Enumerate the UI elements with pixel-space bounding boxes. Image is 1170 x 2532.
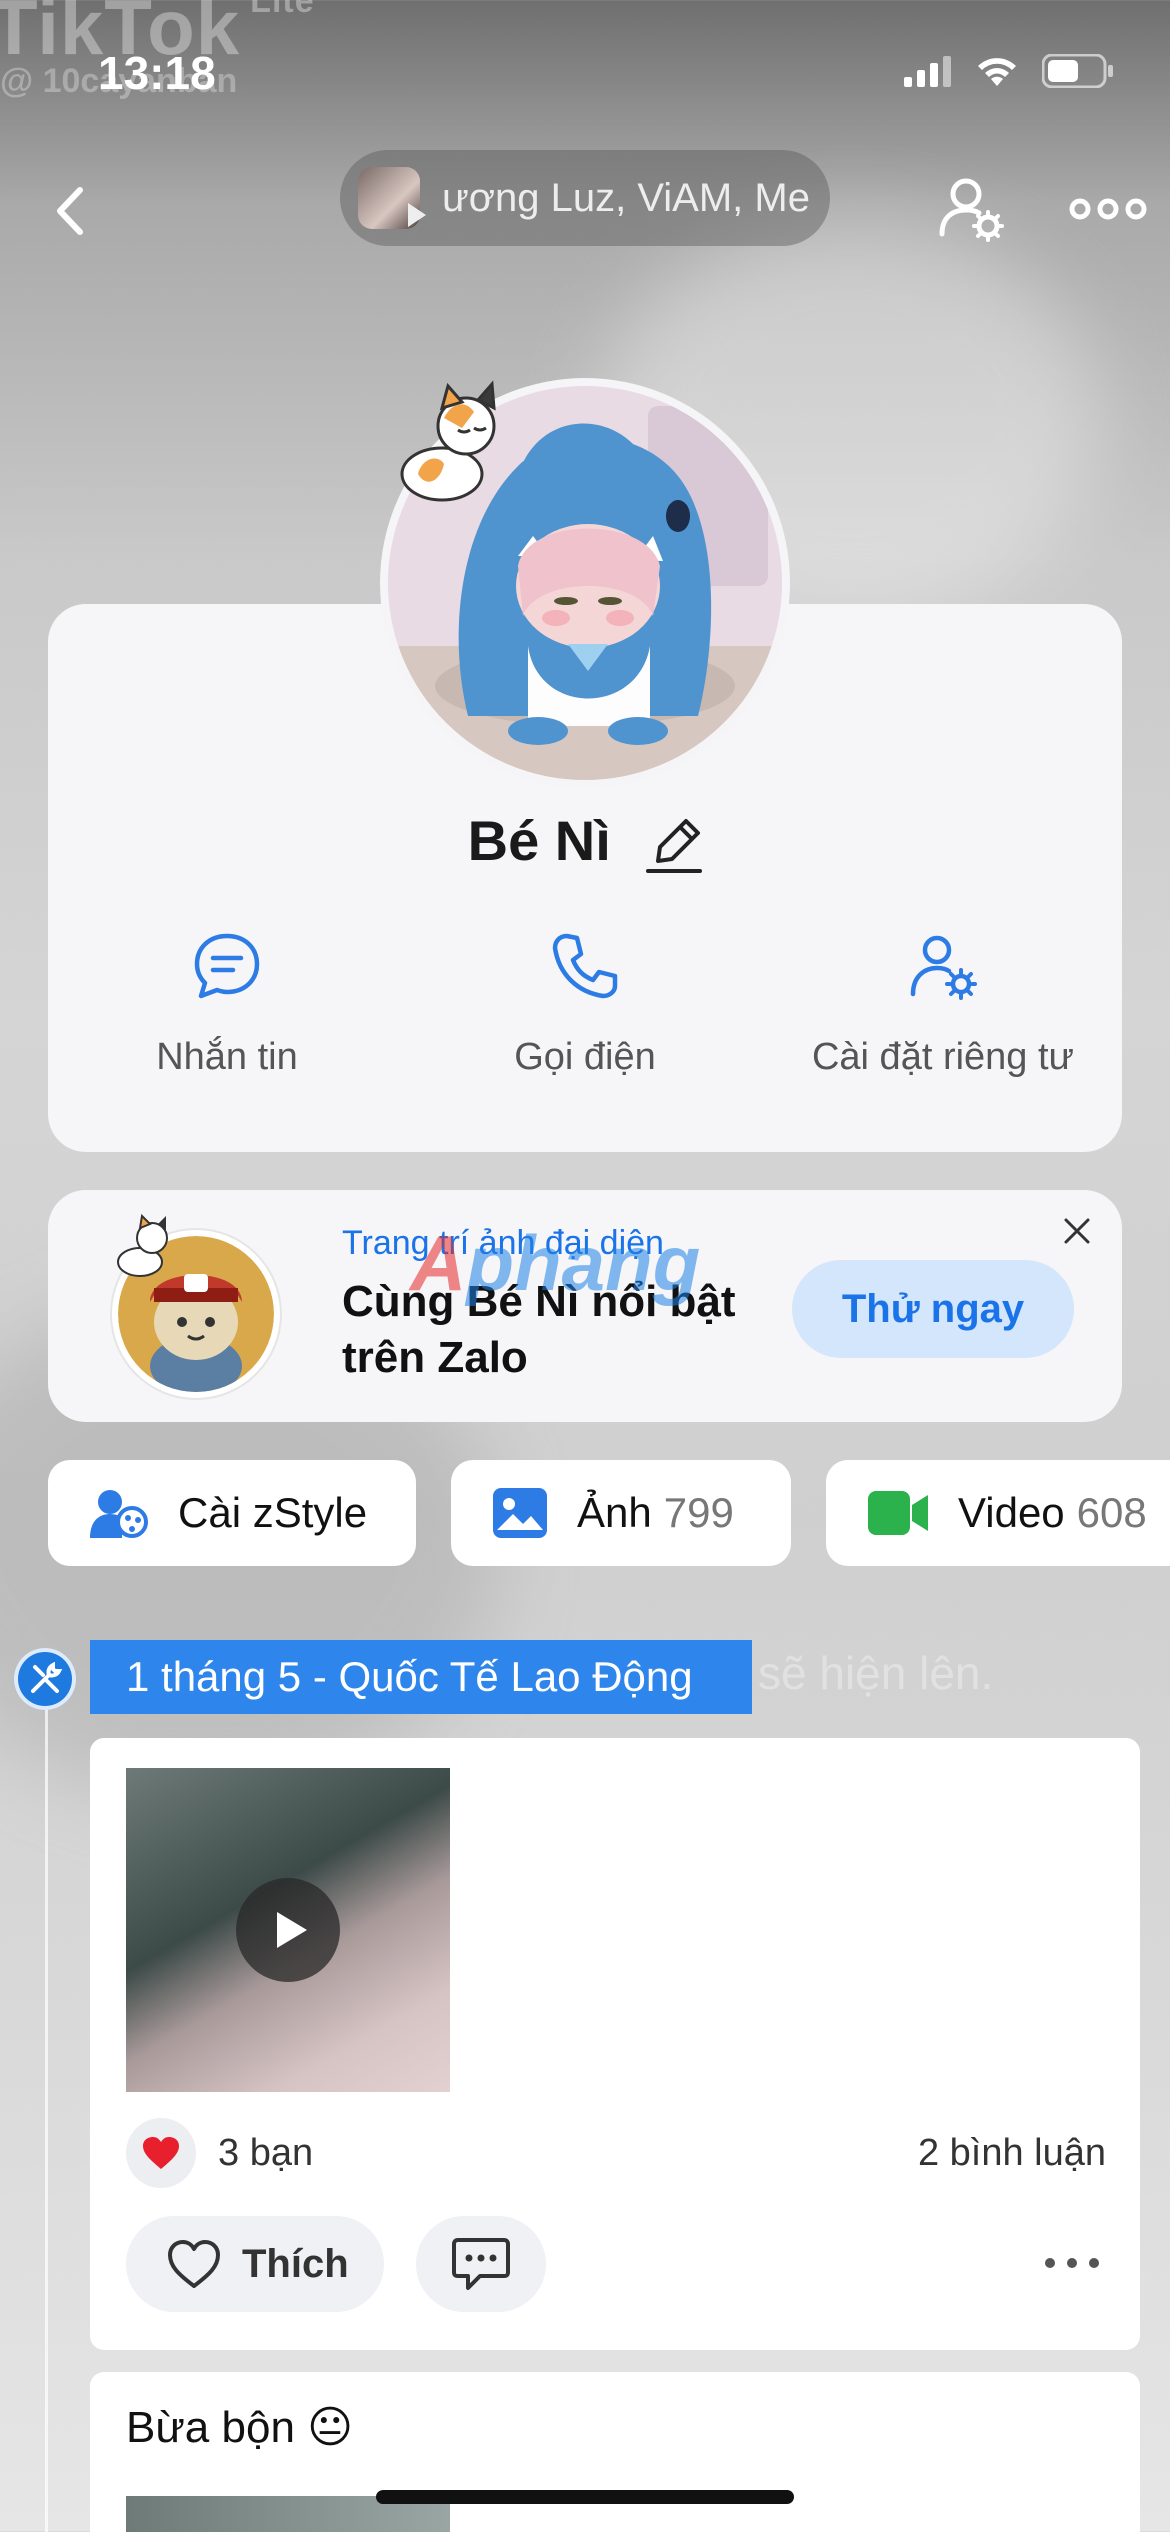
timeline-post-2: Bừa bộn 😐	[90, 2372, 1140, 2532]
user-settings-icon	[910, 935, 977, 1000]
timeline-event-label[interactable]: 1 tháng 5 - Quốc Tế Lao Động	[90, 1640, 752, 1714]
top-navigation: ương Luz, ViAM, Me	[0, 150, 1170, 270]
photos-count: 799	[663, 1489, 734, 1536]
video-camera-icon	[868, 1491, 928, 1535]
comment-icon	[452, 2238, 510, 2290]
heart-outline-icon	[168, 2240, 220, 2288]
videos-label: Video	[958, 1489, 1065, 1536]
chat-bubble-icon	[194, 933, 260, 999]
home-indicator	[376, 2490, 794, 2504]
try-now-button[interactable]: Thử ngay	[792, 1260, 1074, 1358]
zstyle-label: Cài zStyle	[178, 1489, 368, 1536]
like-label: Thích	[242, 2241, 349, 2286]
play-button[interactable]	[236, 1878, 340, 1982]
comment-button[interactable]	[416, 2216, 546, 2312]
post-more-icon[interactable]	[1042, 2248, 1102, 2278]
post-caption: Bừa bộn 😐	[126, 2403, 354, 2452]
videos-count: 608	[1076, 1489, 1147, 1536]
reaction-row: 3 bạn 2 bình luận	[126, 2118, 1106, 2188]
video-thumbnail[interactable]	[126, 1768, 450, 2092]
like-button[interactable]: Thích	[126, 2216, 384, 2312]
brand-watermark: Aphang	[410, 1219, 701, 1307]
media-chips: Cài zStyle Ảnh 799 Video 608	[48, 1460, 1170, 1566]
music-thumbnail	[358, 167, 426, 229]
call-label: Gọi điện	[514, 1036, 656, 1078]
photos-label: Ảnh	[577, 1489, 652, 1536]
back-chevron-icon[interactable]	[36, 176, 106, 246]
play-icon	[277, 1912, 307, 1948]
cellular-signal-icon	[904, 56, 951, 87]
status-icons	[904, 54, 1114, 88]
message-action[interactable]: Nhắn tin	[48, 930, 406, 1079]
cat-sticker-icon	[400, 380, 496, 502]
profile-actions: Nhắn tin Gọi điện Cài đặt riêng tư	[48, 930, 1122, 1079]
photo-icon	[493, 1488, 547, 1538]
more-options-icon[interactable]	[1068, 184, 1148, 234]
play-icon	[408, 203, 426, 227]
zstyle-chip[interactable]: Cài zStyle	[48, 1460, 416, 1566]
zstyle-icon	[90, 1490, 148, 1538]
heart-reaction-icon[interactable]	[126, 2118, 196, 2188]
message-label: Nhắn tin	[156, 1036, 298, 1078]
profile-settings-icon[interactable]	[936, 172, 1008, 244]
status-time: 13:18	[98, 47, 216, 99]
phone-icon	[552, 933, 618, 999]
photos-chip[interactable]: Ảnh 799	[451, 1460, 791, 1566]
call-action[interactable]: Gọi điện	[406, 930, 764, 1079]
music-pill[interactable]: ương Luz, ViAM, Me	[340, 150, 830, 246]
battery-icon	[1042, 54, 1113, 88]
privacy-settings-label: Cài đặt riêng tư	[811, 1036, 1074, 1078]
timeline-line	[45, 1700, 48, 2532]
reaction-count[interactable]: 3 bạn	[218, 2132, 313, 2175]
timeline-post: 3 bạn 2 bình luận Thích	[90, 1738, 1140, 2350]
background-caption: sẽ hiện lên.	[758, 1647, 994, 1699]
event-tools-icon	[14, 1648, 76, 1710]
privacy-settings-action[interactable]: Cài đặt riêng tư	[764, 930, 1122, 1079]
status-bar: TikTok Lite @ 10cayanban 13:18	[0, 0, 1170, 140]
profile-name: Bé Nì	[467, 809, 611, 872]
profile-name-row: Bé Nì	[0, 808, 1170, 875]
comment-count[interactable]: 2 bình luận	[918, 2132, 1106, 2175]
music-title: ương Luz, ViAM, Me	[442, 175, 810, 220]
wifi-icon	[978, 58, 1016, 86]
close-icon[interactable]	[1062, 1216, 1092, 1246]
promo-cat-sticker-icon	[117, 1213, 168, 1277]
edit-pencil-icon[interactable]	[646, 815, 703, 875]
videos-chip[interactable]: Video 608	[826, 1460, 1170, 1566]
